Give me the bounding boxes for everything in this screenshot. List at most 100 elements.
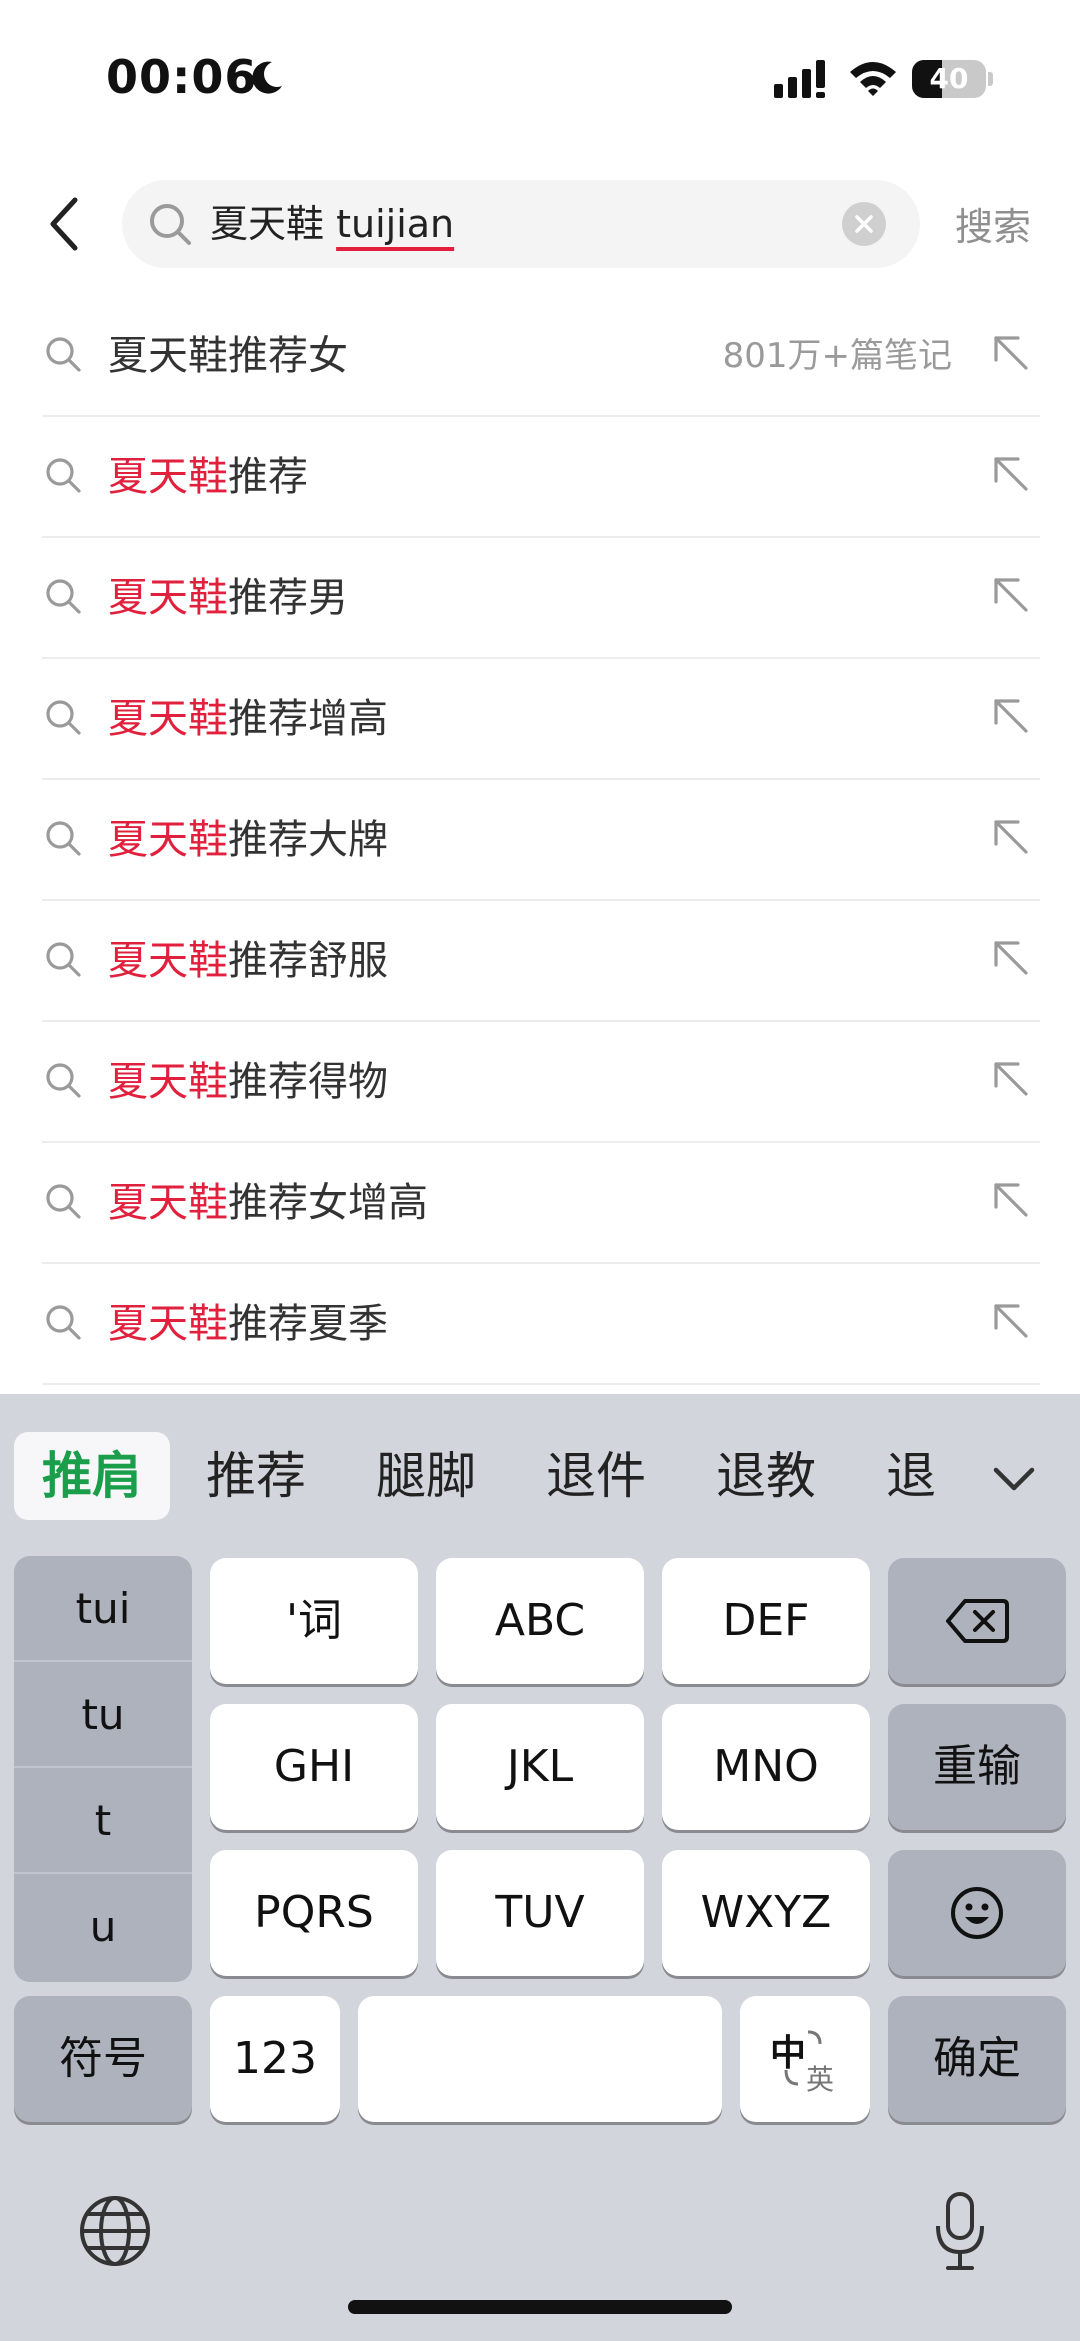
space-key[interactable]: [358, 1996, 722, 2122]
globe-icon[interactable]: [78, 2194, 152, 2268]
key-label: 确定: [933, 2033, 1021, 2084]
battery-indicator: 40: [912, 60, 986, 98]
suggestion-text: 夏天鞋推荐增高: [108, 659, 388, 780]
search-box[interactable]: 夏天鞋 tuijian: [122, 180, 920, 268]
search-icon: [46, 700, 81, 735]
jkl-key[interactable]: JKL: [436, 1704, 644, 1830]
apostrophe-key[interactable]: '词: [210, 1558, 418, 1684]
search-button[interactable]: 搜索: [955, 196, 1031, 251]
close-icon: [855, 215, 873, 233]
cellular-signal-icon: [774, 60, 825, 98]
key-label: MNO: [713, 1741, 819, 1792]
fill-query-arrow-icon[interactable]: [988, 572, 1034, 618]
key-label: PQRS: [254, 1887, 374, 1938]
tuv-key[interactable]: TUV: [436, 1850, 644, 1976]
suggestion-rest: 推荐夏季: [228, 1301, 388, 1347]
back-button[interactable]: [42, 192, 86, 256]
suggestion-rest: 推荐女增高: [228, 1180, 428, 1226]
chevron-down-icon[interactable]: [990, 1458, 1038, 1498]
key-label: 重输: [933, 1741, 1021, 1792]
key-label: 123: [233, 2033, 317, 2084]
delete-key[interactable]: [888, 1558, 1066, 1684]
switch-arrows-icon: [784, 2030, 822, 2086]
key-label: '词: [285, 1595, 343, 1646]
suggestion-item[interactable]: 夏天鞋推荐女 801万+篇笔记: [42, 296, 1040, 417]
fill-query-arrow-icon[interactable]: [988, 935, 1034, 981]
numbers-key[interactable]: 123: [210, 1996, 340, 2122]
candidate-item[interactable]: 退教: [716, 1432, 816, 1520]
suggestion-item[interactable]: 夏天鞋推荐舒服: [42, 901, 1040, 1022]
pqrs-key[interactable]: PQRS: [210, 1850, 418, 1976]
wifi-icon: [850, 62, 896, 96]
suggestion-highlight: 夏天鞋: [108, 1059, 228, 1105]
language-switch-key[interactable]: 中 英: [740, 1996, 870, 2122]
confirm-key[interactable]: 确定: [888, 1996, 1066, 2122]
search-icon: [46, 458, 81, 493]
search-query-composing: tuijian: [336, 202, 455, 246]
chevron-left-icon: [50, 197, 78, 251]
suggestion-rest: 推荐: [228, 454, 308, 500]
status-bar: 00:06 40: [0, 0, 1080, 150]
pinyin-option[interactable]: tu: [14, 1662, 192, 1768]
fill-query-arrow-icon[interactable]: [988, 693, 1034, 739]
suggestion-highlight: 夏天鞋: [108, 938, 228, 984]
suggestion-rest: 推荐增高: [228, 696, 388, 742]
search-icon: [46, 1305, 81, 1340]
suggestion-rest: 推荐大牌: [228, 817, 388, 863]
moon-icon: [252, 61, 282, 94]
search-icon: [150, 204, 191, 245]
microphone-icon[interactable]: [932, 2190, 988, 2274]
suggestion-item[interactable]: 夏天鞋推荐得物: [42, 1022, 1040, 1143]
abc-key[interactable]: ABC: [436, 1558, 644, 1684]
fill-query-arrow-icon[interactable]: [988, 1056, 1034, 1102]
candidate-overflow: 退: [880, 1432, 952, 1520]
clear-search-button[interactable]: [842, 202, 886, 246]
key-label: ABC: [494, 1595, 586, 1646]
candidate-item[interactable]: 推荐: [206, 1432, 306, 1520]
suggestion-text: 夏天鞋推荐男: [108, 538, 348, 659]
fill-query-arrow-icon[interactable]: [988, 1177, 1034, 1223]
key-label: DEF: [722, 1595, 810, 1646]
note-count: 801万+篇笔记: [722, 336, 952, 376]
search-icon: [46, 942, 81, 977]
search-input[interactable]: 夏天鞋 tuijian: [210, 194, 810, 254]
emoji-icon: [951, 1887, 1003, 1939]
emoji-key[interactable]: [888, 1850, 1066, 1976]
def-key[interactable]: DEF: [662, 1558, 870, 1684]
symbols-key[interactable]: 符号: [14, 1996, 192, 2122]
candidate-item[interactable]: 退件: [546, 1432, 646, 1520]
suggestion-rest: 推荐得物: [228, 1059, 388, 1105]
status-time: 00:06: [106, 50, 258, 104]
suggestion-text: 夏天鞋推荐女: [108, 296, 348, 417]
candidate-item[interactable]: 腿脚: [376, 1432, 476, 1520]
suggestion-highlight: 夏天鞋: [108, 1301, 228, 1347]
suggestion-item[interactable]: 夏天鞋推荐女增高: [42, 1143, 1040, 1264]
ghi-key[interactable]: GHI: [210, 1704, 418, 1830]
suggestion-item[interactable]: 夏天鞋推荐: [42, 417, 1040, 538]
key-label: JKL: [506, 1741, 574, 1792]
suggestion-text: 夏天鞋推荐: [108, 417, 308, 538]
candidate-item[interactable]: 退: [886, 1432, 936, 1520]
suggestion-highlight: 夏天鞋: [108, 454, 228, 500]
pinyin-option[interactable]: u: [14, 1874, 192, 1980]
suggestion-item[interactable]: 夏天鞋推荐大牌: [42, 780, 1040, 901]
suggestion-item[interactable]: 夏天鞋推荐夏季: [42, 1264, 1040, 1385]
mno-key[interactable]: MNO: [662, 1704, 870, 1830]
candidate-item[interactable]: 推肩: [14, 1432, 170, 1520]
pinyin-option[interactable]: t: [14, 1768, 192, 1874]
reenter-key[interactable]: 重输: [888, 1704, 1066, 1830]
fill-query-arrow-icon[interactable]: [988, 1298, 1034, 1344]
ime-keyboard: 推肩 推荐 腿脚 退件 退教 退 tui tu t u '词 ABC DEF G…: [0, 1394, 1080, 2341]
fill-query-arrow-icon[interactable]: [988, 330, 1034, 376]
suggestion-text: 夏天鞋推荐得物: [108, 1022, 388, 1143]
suggestion-item[interactable]: 夏天鞋推荐增高: [42, 659, 1040, 780]
fill-query-arrow-icon[interactable]: [988, 814, 1034, 860]
wxyz-key[interactable]: WXYZ: [662, 1850, 870, 1976]
search-icon: [46, 821, 81, 856]
suggestion-item[interactable]: 夏天鞋推荐男: [42, 538, 1040, 659]
pinyin-option[interactable]: tui: [14, 1556, 192, 1662]
suggestion-text: 夏天鞋推荐大牌: [108, 780, 388, 901]
key-label: 符号: [59, 2033, 147, 2084]
fill-query-arrow-icon[interactable]: [988, 451, 1034, 497]
home-indicator: [348, 2300, 732, 2314]
